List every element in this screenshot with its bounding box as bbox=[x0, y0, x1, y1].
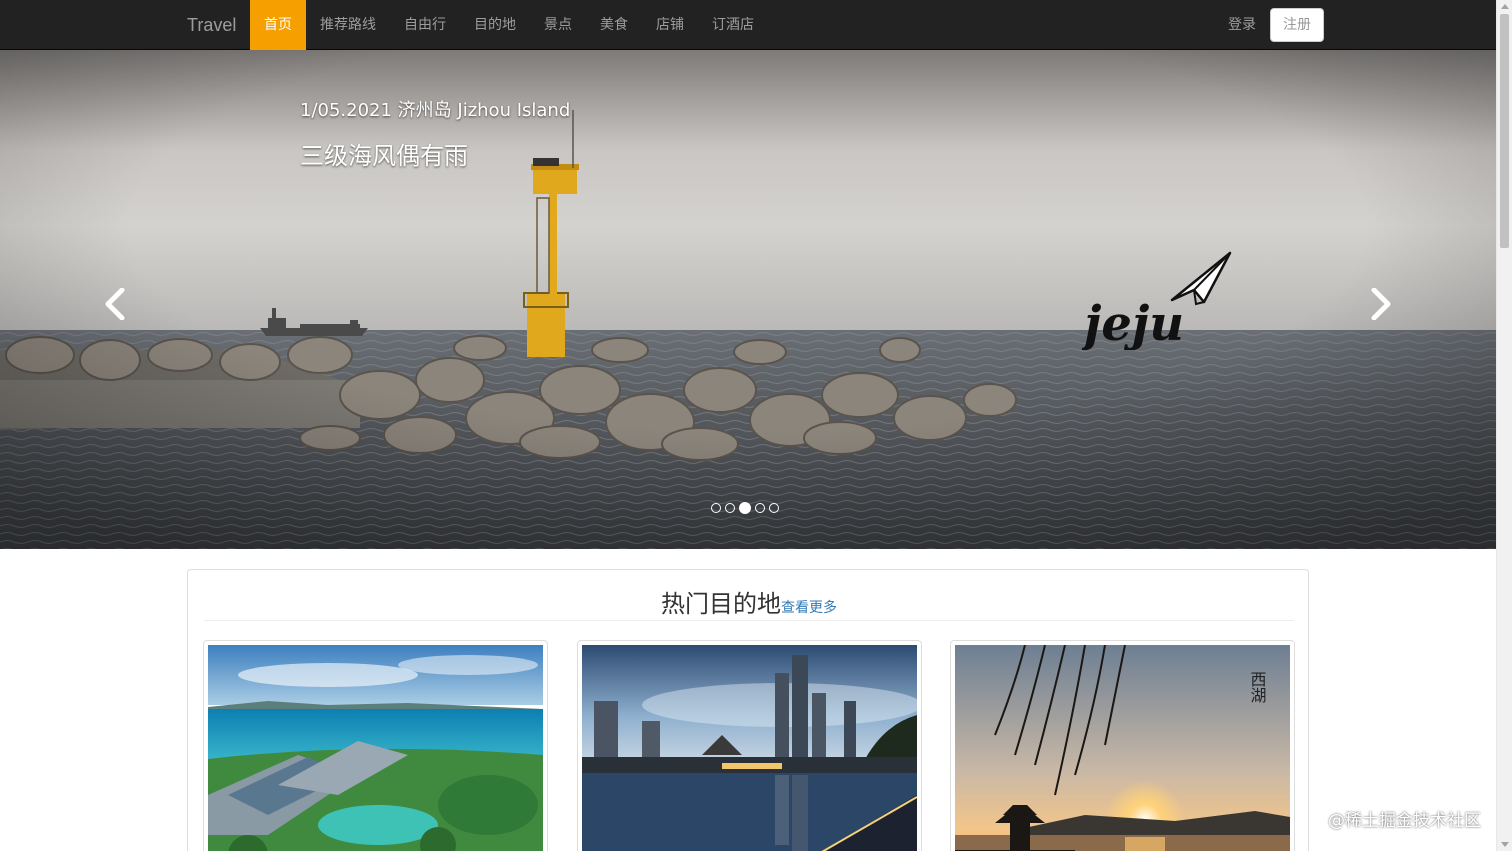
carousel-next-button[interactable] bbox=[1360, 282, 1400, 326]
nav-item-home[interactable]: 首页 bbox=[250, 0, 306, 50]
carousel-indicator[interactable] bbox=[725, 503, 735, 513]
nav-item-recommended-routes[interactable]: 推荐路线 bbox=[306, 0, 390, 50]
nav-item-food[interactable]: 美食 bbox=[586, 0, 642, 50]
carousel-indicator[interactable] bbox=[769, 503, 779, 513]
slide-caption-date: 1/05.2021 济州岛 Jizhou Island bbox=[300, 100, 571, 121]
scroll-down-arrow-icon[interactable] bbox=[1501, 842, 1509, 847]
destination-card[interactable]: 西湖 bbox=[950, 640, 1295, 851]
carousel-prev-button[interactable] bbox=[96, 282, 136, 326]
page-scrollbar[interactable] bbox=[1496, 0, 1512, 851]
destination-card[interactable] bbox=[203, 640, 548, 851]
hot-destinations-panel: 热门目的地查看更多 西湖 bbox=[187, 569, 1309, 851]
nav-item-attractions[interactable]: 景点 bbox=[530, 0, 586, 50]
carousel-indicator-active[interactable] bbox=[739, 502, 751, 514]
nav-item-book-hotel[interactable]: 订酒店 bbox=[698, 0, 768, 50]
destination-card[interactable] bbox=[577, 640, 922, 851]
scroll-up-arrow-icon[interactable] bbox=[1501, 4, 1509, 9]
nav-item-shops[interactable]: 店铺 bbox=[642, 0, 698, 50]
watermark: @稀土掘金技术社区 bbox=[1328, 811, 1481, 831]
hero-carousel: 1/05.2021 济州岛 Jizhou Island 三级海风偶有雨 jeju bbox=[0, 50, 1496, 549]
destination-image-city bbox=[582, 645, 917, 851]
main-nav: 首页 推荐路线 自由行 目的地 景点 美食 店铺 订酒店 bbox=[250, 0, 768, 50]
west-lake-stamp-text: 西湖 bbox=[1248, 671, 1267, 704]
carousel-indicator[interactable] bbox=[711, 503, 721, 513]
brand-logo[interactable]: Travel bbox=[187, 0, 236, 50]
chevron-right-icon bbox=[1371, 288, 1391, 320]
section-title: 热门目的地 bbox=[661, 590, 781, 618]
scrollbar-thumb[interactable] bbox=[1500, 14, 1509, 248]
login-link[interactable]: 登录 bbox=[1216, 0, 1268, 50]
jeju-logo-text: jeju bbox=[1082, 296, 1184, 350]
destination-image-west-lake: 西湖 bbox=[955, 645, 1290, 851]
register-button[interactable]: 注册 bbox=[1270, 8, 1324, 42]
view-more-link[interactable]: 查看更多 bbox=[781, 597, 837, 617]
carousel-slide-image bbox=[0, 50, 1496, 549]
nav-item-destinations[interactable]: 目的地 bbox=[460, 0, 530, 50]
jeju-logo: jeju bbox=[1082, 251, 1232, 350]
carousel-indicators bbox=[711, 502, 779, 514]
chevron-left-icon bbox=[105, 288, 125, 320]
top-navbar: Travel 首页 推荐路线 自由行 目的地 景点 美食 店铺 订酒店 登录 注… bbox=[0, 0, 1496, 50]
panel-heading: 热门目的地查看更多 bbox=[204, 570, 1294, 621]
carousel-indicator[interactable] bbox=[755, 503, 765, 513]
destination-image-resort bbox=[208, 645, 543, 851]
slide-caption-title: 三级海风偶有雨 bbox=[300, 142, 468, 170]
nav-item-independent-travel[interactable]: 自由行 bbox=[390, 0, 460, 50]
